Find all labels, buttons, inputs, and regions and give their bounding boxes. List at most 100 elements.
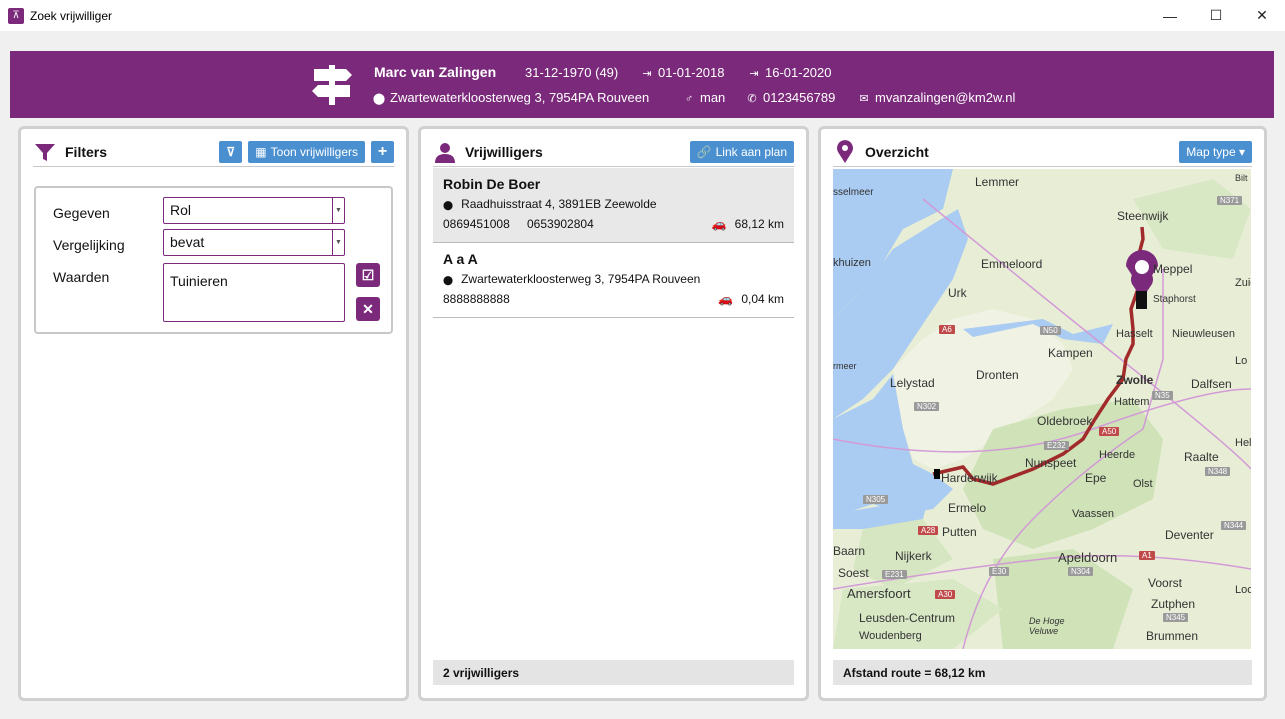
- volunteer-name: A a A: [443, 251, 478, 267]
- volunteer-item[interactable]: Robin De Boer ⬤ Raadhuisstraat 4, 3891EB …: [433, 168, 794, 243]
- vergelijking-label: Vergelijking: [53, 237, 125, 253]
- road-label: A1: [1139, 551, 1155, 560]
- road-label: A6: [939, 325, 955, 334]
- gegeven-select[interactable]: Rol ▼: [163, 197, 345, 224]
- confirm-filter-button[interactable]: ☑: [356, 263, 380, 287]
- app-icon: ⊼: [8, 7, 24, 24]
- map-label: Urk: [948, 286, 967, 300]
- overview-header: Overzicht Map type ▾: [833, 137, 1252, 167]
- route-distance: Afstand route = 68,12 km: [833, 660, 1252, 685]
- clear-filter-button[interactable]: ⊽: [219, 140, 243, 163]
- plus-icon: +: [377, 142, 388, 160]
- map-label: Dronten: [976, 368, 1019, 382]
- map-type-button[interactable]: Map type ▾: [1179, 140, 1252, 163]
- map-label: Nieuwleusen: [1172, 328, 1235, 340]
- map-label: Loc: [1235, 584, 1251, 596]
- road-label: E232: [1044, 441, 1069, 450]
- add-filter-button[interactable]: +: [371, 140, 394, 163]
- map-label: Nunspeet: [1025, 456, 1077, 470]
- map-label: khuizen: [833, 257, 871, 269]
- volunteer-phone: 8888888888: [443, 292, 510, 306]
- client-phone-text: 0123456789: [763, 90, 836, 105]
- volunteer-distance: 🚗 68,12 km: [712, 217, 784, 231]
- map-label: Emmeloord: [981, 257, 1043, 271]
- link-to-plan-button[interactable]: 🔗 Link aan plan: [689, 140, 794, 163]
- start-date-icon: ⇥: [642, 68, 652, 80]
- road-label: N50: [1040, 326, 1061, 335]
- map-label: Putten: [942, 525, 977, 539]
- map-label: Nijkerk: [895, 549, 932, 563]
- road-label: N371: [1217, 196, 1243, 205]
- route-map[interactable]: Lemmer Steenwijk Emmeloord Meppel Stapho…: [833, 169, 1251, 649]
- map-label: Amersfoort: [847, 586, 911, 601]
- client-start: ⇥ 01-01-2018: [640, 65, 725, 80]
- volunteer-address: ⬤ Zwartewaterkloosterweg 3, 7954PA Rouvee…: [443, 272, 700, 286]
- map-label: Hattem: [1114, 396, 1150, 408]
- show-volunteers-button[interactable]: ▦ Toon vrijwilligers: [248, 140, 365, 163]
- map-label: Epe: [1085, 471, 1107, 485]
- map-label: Zuid: [1235, 277, 1251, 289]
- map-label: Vaassen: [1072, 508, 1114, 520]
- location-pin-icon: ⬤: [372, 93, 386, 105]
- vergelijking-select[interactable]: bevat ▼: [163, 229, 345, 256]
- map-label: Hel: [1235, 437, 1251, 449]
- window-controls: — ☐ ✕: [1147, 0, 1285, 31]
- volunteer-distance-text: 68,12 km: [734, 217, 784, 231]
- road-label: A30: [935, 590, 956, 599]
- filters-panel: Filters ⊽ ▦ Toon vrijwilligers + Gegeven …: [18, 126, 409, 701]
- volunteer-mobile: 0653902804: [527, 217, 594, 231]
- map-label: Meppel: [1153, 262, 1193, 276]
- map-label: Bilt: [1235, 173, 1248, 183]
- waarden-input[interactable]: Tuinieren: [163, 263, 345, 322]
- map-label: Woudenberg: [859, 630, 922, 642]
- show-volunteers-label: Toon vrijwilligers: [270, 144, 358, 159]
- maximize-button[interactable]: ☐: [1193, 0, 1239, 31]
- map-label: Kampen: [1048, 346, 1093, 360]
- minimize-button[interactable]: —: [1147, 0, 1193, 31]
- client-phone: ✆ 0123456789: [745, 90, 835, 105]
- client-name: Marc van Zalingen: [374, 64, 497, 80]
- map-label: Baarn: [833, 544, 866, 558]
- signpost-icon: [312, 65, 352, 105]
- map-pin-icon: [833, 139, 857, 164]
- client-address-text: Zwartewaterkloosterweg 3, 7954PA Rouveen: [390, 90, 650, 105]
- road-label: A28: [918, 526, 939, 535]
- client-email: ✉ mvanzalingen@km2w.nl: [857, 90, 1015, 105]
- mail-icon: ✉: [859, 93, 869, 105]
- clear-filter-icon: ⊽: [226, 144, 236, 159]
- link-to-plan-label: Link aan plan: [715, 144, 787, 159]
- map-label: Steenwijk: [1117, 209, 1169, 223]
- map-label: Staphorst: [1153, 294, 1196, 305]
- end-date-icon: ⇥: [749, 68, 759, 80]
- checkbox-check-icon: ☑: [361, 266, 375, 283]
- gegeven-label: Gegeven: [53, 205, 110, 221]
- volunteer-item[interactable]: A a A ⬤ Zwartewaterkloosterweg 3, 7954PA …: [433, 243, 794, 318]
- filter-row: Gegeven Rol ▼ Vergelijking bevat ▼ Waarden…: [34, 186, 393, 334]
- close-window-button[interactable]: ✕: [1239, 0, 1285, 31]
- map-label: Oldebroek: [1037, 414, 1093, 428]
- road-label: N302: [914, 402, 940, 411]
- volunteer-name: Robin De Boer: [443, 176, 541, 192]
- road-label: N305: [863, 495, 889, 504]
- map-label: Brummen: [1146, 629, 1199, 643]
- waarden-label: Waarden: [53, 269, 110, 285]
- male-icon: ♂: [684, 93, 694, 105]
- map-label: Raalte: [1184, 450, 1219, 464]
- road-label: E231: [882, 570, 907, 579]
- location-pin-icon: ⬤: [443, 275, 454, 285]
- car-icon: 🚗: [711, 217, 727, 231]
- remove-filter-button[interactable]: ✕: [356, 297, 380, 321]
- chevron-down-icon: ▼: [332, 230, 344, 255]
- map-label: sselmeer: [833, 187, 874, 198]
- map-label: Lelystad: [890, 376, 935, 390]
- gegeven-value: Rol: [170, 202, 192, 218]
- map-label: Voorst: [1148, 576, 1183, 590]
- grid-icon: ▦: [255, 144, 267, 159]
- client-start-date: 01-01-2018: [658, 65, 725, 80]
- vergelijking-value: bevat: [170, 234, 205, 250]
- volunteer-address: ⬤ Raadhuisstraat 4, 3891EB Zeewolde: [443, 197, 657, 211]
- overview-panel: Overzicht Map type ▾ Lemmer Steenwijk Em…: [818, 126, 1267, 701]
- map-label: Heerde: [1099, 449, 1136, 461]
- road-label: N304: [1068, 567, 1094, 576]
- volunteer-distance: 🚗 0,04 km: [718, 292, 784, 306]
